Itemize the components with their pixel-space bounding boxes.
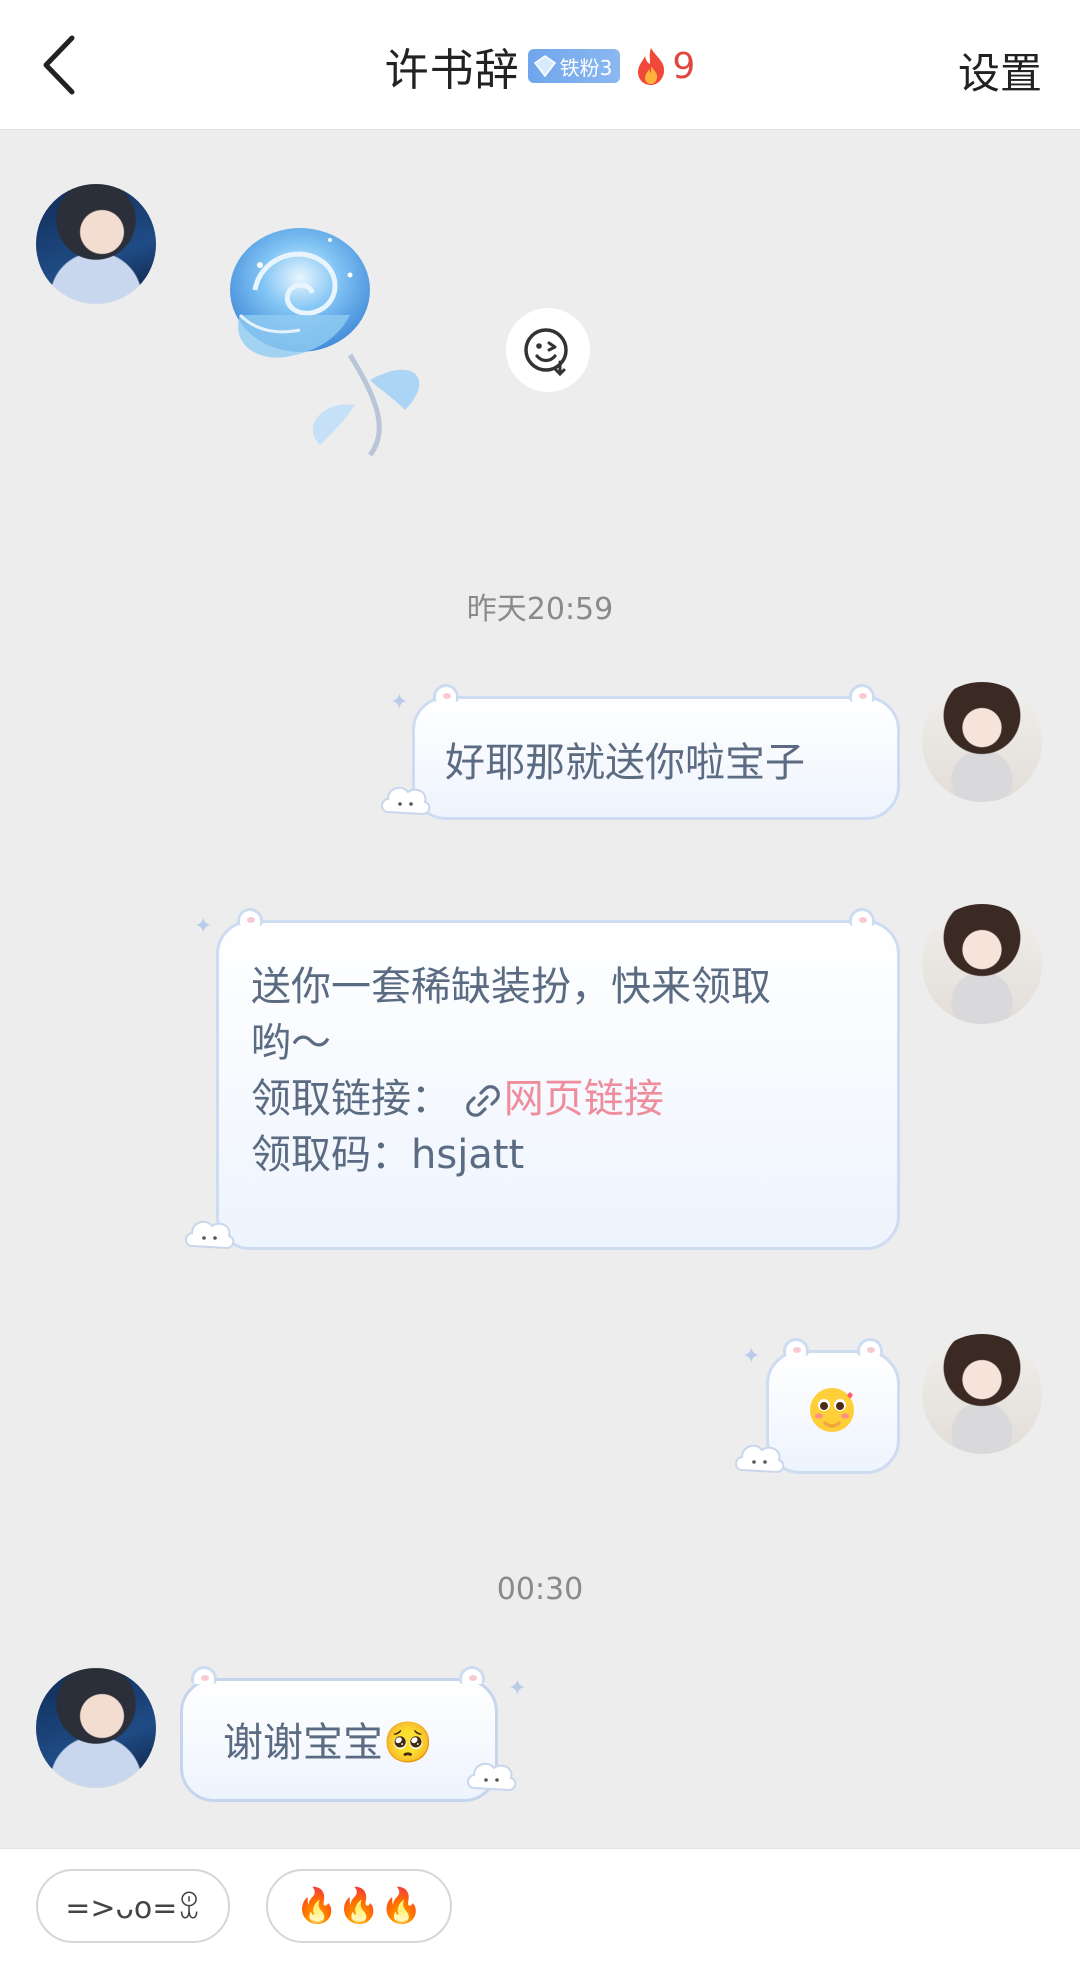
timestamp: 昨天20:59 (466, 592, 614, 627)
sparkle-icon: ✦ (390, 690, 409, 715)
cloud-decoration-icon (735, 1444, 785, 1474)
timestamp: 00:30 (496, 1572, 584, 1607)
chat-title: 许书辞 (384, 45, 520, 96)
sparkle-icon: ✦ (194, 914, 213, 939)
blue-rose-sticker[interactable] (200, 205, 460, 465)
sent-message-bubble[interactable]: 好耶那就送你啦宝子 (412, 684, 900, 820)
quick-reply-chip[interactable]: =>ᴗo=ꀾ (36, 1869, 230, 1943)
message-text: 谢谢宝宝🥺 (223, 1720, 433, 1766)
sent-message-bubble[interactable]: 送你一套稀缺装扮，快来领取 哟～ 领取链接： 网页链接 领取码：hsjatt (216, 908, 900, 1250)
cloud-decoration-icon (185, 1220, 235, 1250)
message-text: 好耶那就送你啦宝子 (445, 740, 805, 786)
intimacy-streak: 9 (634, 46, 695, 87)
contact-avatar[interactable] (36, 1668, 156, 1788)
my-avatar[interactable] (922, 1334, 1042, 1454)
fire-icon (638, 48, 665, 85)
message-line: 领取码：hsjatt (251, 1132, 525, 1178)
pleading-hands-emoji-icon (810, 1388, 854, 1432)
add-emoji-reaction-icon (524, 328, 568, 377)
received-message-bubble[interactable]: 谢谢宝宝🥺 (180, 1666, 498, 1802)
message-line: 哟～ (251, 1020, 331, 1066)
bubble-ear (849, 908, 875, 926)
settings-button[interactable]: 设置 (958, 40, 1042, 101)
link-icon (465, 1085, 500, 1117)
bubble-ear (857, 1338, 883, 1356)
bubble-ear (459, 1666, 485, 1684)
message-line: 领取链接： 网页链接 (251, 1071, 897, 1127)
sticker-reaction-button[interactable] (506, 308, 590, 392)
message-line: 送你一套稀缺装扮，快来领取 (251, 964, 771, 1010)
contact-avatar[interactable] (36, 184, 156, 304)
sparkle-icon: ✦ (508, 1676, 527, 1701)
quick-reply-chip[interactable]: 🔥🔥🔥 (266, 1869, 452, 1943)
bubble-ear (433, 684, 459, 702)
fan-level-badge: 铁粉3 (527, 49, 621, 83)
bubble-ear (191, 1666, 217, 1684)
link-prefix: 领取链接： (251, 1076, 451, 1122)
cloud-decoration-icon (381, 786, 431, 816)
sparkle-icon: ✦ (742, 1344, 761, 1369)
quick-reply-bar: =>ᴗo=ꀾ 🔥🔥🔥 (0, 1848, 1080, 1962)
fire-count-value: 9 (672, 45, 696, 87)
my-avatar[interactable] (922, 682, 1042, 802)
my-avatar[interactable] (922, 904, 1042, 1024)
web-link[interactable]: 网页链接 (504, 1076, 664, 1122)
cloud-decoration-icon (467, 1762, 517, 1792)
chat-header: 许书辞 铁粉3 9 设置 (0, 0, 1080, 130)
diamond-icon (533, 55, 556, 77)
title-group: 许书辞 铁粉3 9 (0, 38, 1080, 96)
bubble-ear (237, 908, 263, 926)
bubble-ear (783, 1338, 809, 1356)
bubble-ear (849, 684, 875, 702)
fan-badge-label: 铁粉3 (559, 55, 613, 80)
